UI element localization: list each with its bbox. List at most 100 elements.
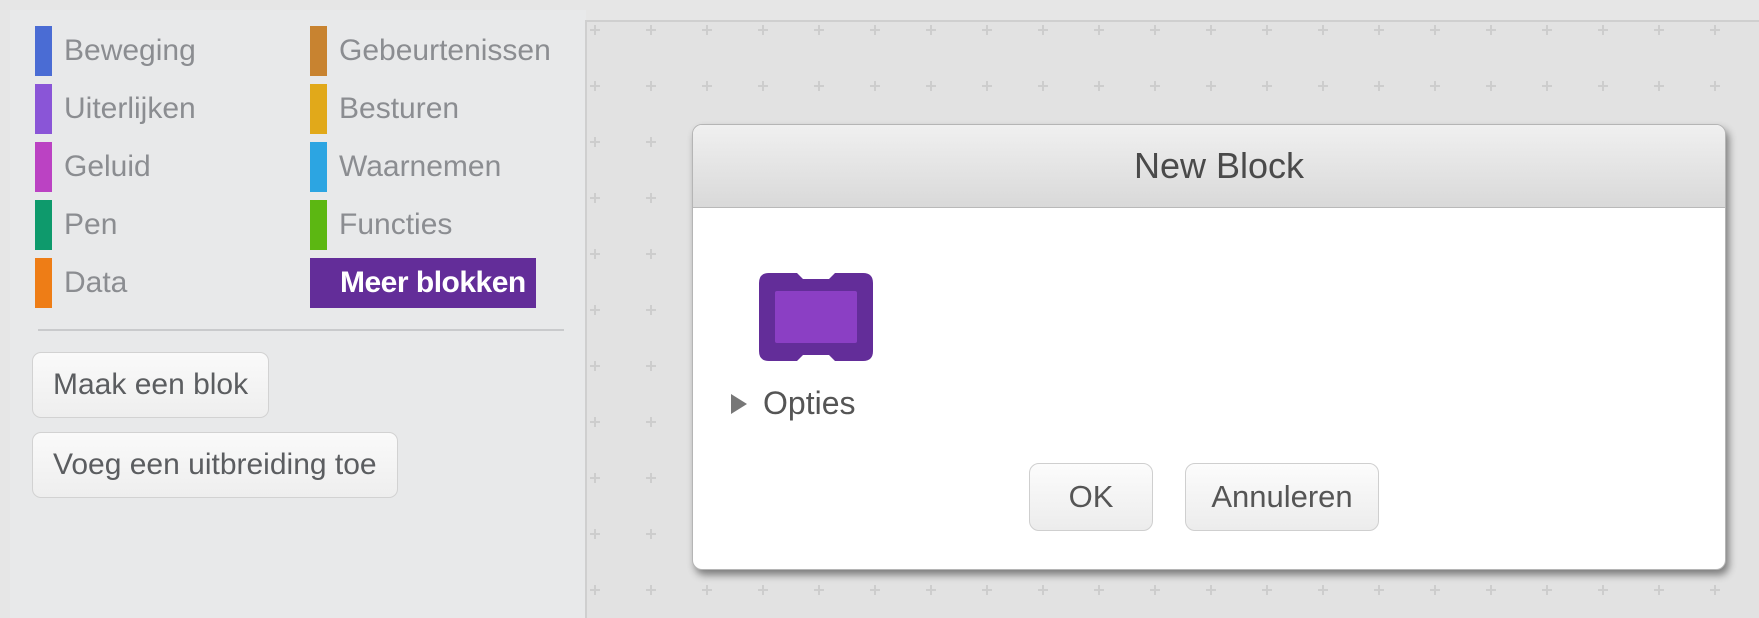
grid-plus-mark xyxy=(758,25,768,35)
grid-plus-mark xyxy=(646,81,656,91)
new-block-dialog: New Block Opties OK Annuleren xyxy=(692,124,1726,570)
grid-plus-mark xyxy=(1038,81,1048,91)
grid-plus-mark xyxy=(982,25,992,35)
category-color-swatch xyxy=(35,258,52,308)
grid-plus-mark xyxy=(590,193,600,203)
make-block-button[interactable]: Maak een blok xyxy=(32,352,270,418)
grid-plus-mark xyxy=(646,585,656,595)
category-color-swatch xyxy=(35,26,52,76)
dialog-header[interactable]: New Block xyxy=(693,125,1725,208)
grid-plus-mark xyxy=(1150,81,1160,91)
grid-plus-mark xyxy=(982,585,992,595)
category-uiterlijken[interactable]: Uiterlijken xyxy=(35,84,196,134)
grid-plus-mark xyxy=(1430,585,1440,595)
category-geluid[interactable]: Geluid xyxy=(35,142,151,192)
grid-plus-mark xyxy=(1654,25,1664,35)
category-label: Besturen xyxy=(339,92,460,125)
category-label: Gebeurtenissen xyxy=(339,34,551,67)
grid-plus-mark xyxy=(926,81,936,91)
grid-plus-mark xyxy=(646,305,656,315)
grid-plus-mark xyxy=(1598,25,1608,35)
grid-plus-mark xyxy=(702,585,712,595)
category-data[interactable]: Data xyxy=(35,258,127,308)
grid-plus-mark xyxy=(590,305,600,315)
grid-plus-mark xyxy=(1374,25,1384,35)
category-label: Uiterlijken xyxy=(64,92,196,125)
grid-plus-mark xyxy=(1206,585,1216,595)
cancel-button[interactable]: Annuleren xyxy=(1185,463,1379,531)
category-color-swatch xyxy=(310,142,327,192)
category-besturen[interactable]: Besturen xyxy=(310,84,459,134)
grid-plus-mark xyxy=(870,25,880,35)
grid-plus-mark xyxy=(646,529,656,539)
category-color-swatch xyxy=(310,200,327,250)
grid-plus-mark xyxy=(646,417,656,427)
grid-plus-mark xyxy=(926,25,936,35)
grid-plus-mark xyxy=(1038,25,1048,35)
palette-divider xyxy=(38,329,564,331)
category-label: Functies xyxy=(339,208,453,241)
category-functies[interactable]: Functies xyxy=(310,200,452,250)
category-color-swatch xyxy=(35,142,52,192)
grid-plus-mark xyxy=(646,137,656,147)
grid-plus-mark xyxy=(758,81,768,91)
ok-button[interactable]: OK xyxy=(1029,463,1153,531)
add-extension-button[interactable]: Voeg een uitbreiding toe xyxy=(32,432,398,498)
custom-block-icon xyxy=(759,273,873,361)
grid-plus-mark xyxy=(1150,585,1160,595)
grid-plus-mark xyxy=(1318,81,1328,91)
grid-plus-mark xyxy=(1374,585,1384,595)
options-disclosure[interactable]: Opties xyxy=(731,385,855,422)
dialog-title: New Block xyxy=(1133,145,1305,186)
grid-plus-mark xyxy=(1542,585,1552,595)
disclosure-triangle-icon xyxy=(731,393,747,414)
category-beweging[interactable]: Beweging xyxy=(35,26,196,76)
grid-plus-mark xyxy=(1598,585,1608,595)
grid-plus-mark xyxy=(926,585,936,595)
grid-plus-mark xyxy=(1094,81,1104,91)
grid-plus-mark xyxy=(590,81,600,91)
grid-plus-mark xyxy=(702,25,712,35)
grid-plus-mark xyxy=(590,473,600,483)
grid-plus-mark xyxy=(870,81,880,91)
grid-plus-mark xyxy=(1654,81,1664,91)
category-pen[interactable]: Pen xyxy=(35,200,117,250)
category-meer-blokken[interactable]: Meer blokken xyxy=(310,258,536,308)
grid-plus-mark xyxy=(1486,81,1496,91)
category-color-swatch xyxy=(35,200,52,250)
grid-plus-mark xyxy=(590,417,600,427)
grid-plus-mark xyxy=(1430,81,1440,91)
grid-plus-mark xyxy=(1094,585,1104,595)
grid-plus-mark xyxy=(590,585,600,595)
category-gebeurtenissen[interactable]: Gebeurtenissen xyxy=(310,26,551,76)
grid-plus-mark xyxy=(1710,81,1720,91)
category-waarnemen[interactable]: Waarnemen xyxy=(310,142,501,192)
grid-plus-mark xyxy=(646,25,656,35)
grid-plus-mark xyxy=(1094,25,1104,35)
grid-plus-mark xyxy=(1710,585,1720,595)
grid-plus-mark xyxy=(590,529,600,539)
grid-plus-mark xyxy=(1206,25,1216,35)
category-label: Geluid xyxy=(64,150,151,183)
grid-plus-mark xyxy=(1318,25,1328,35)
category-color-swatch xyxy=(35,84,52,134)
grid-plus-mark xyxy=(646,473,656,483)
grid-plus-mark xyxy=(1542,81,1552,91)
grid-plus-mark xyxy=(646,361,656,371)
grid-plus-mark xyxy=(590,25,600,35)
grid-plus-mark xyxy=(1486,25,1496,35)
grid-plus-mark xyxy=(814,585,824,595)
grid-plus-mark xyxy=(590,249,600,259)
category-label: Beweging xyxy=(64,34,196,67)
grid-plus-mark xyxy=(590,361,600,371)
grid-plus-mark xyxy=(646,249,656,259)
grid-plus-mark xyxy=(814,81,824,91)
grid-plus-mark xyxy=(814,25,824,35)
grid-plus-mark xyxy=(1318,585,1328,595)
grid-plus-mark xyxy=(1430,25,1440,35)
grid-plus-mark xyxy=(1374,81,1384,91)
grid-plus-mark xyxy=(982,81,992,91)
grid-plus-mark xyxy=(646,193,656,203)
grid-plus-mark xyxy=(1542,25,1552,35)
category-label: Meer blokken xyxy=(340,266,526,299)
